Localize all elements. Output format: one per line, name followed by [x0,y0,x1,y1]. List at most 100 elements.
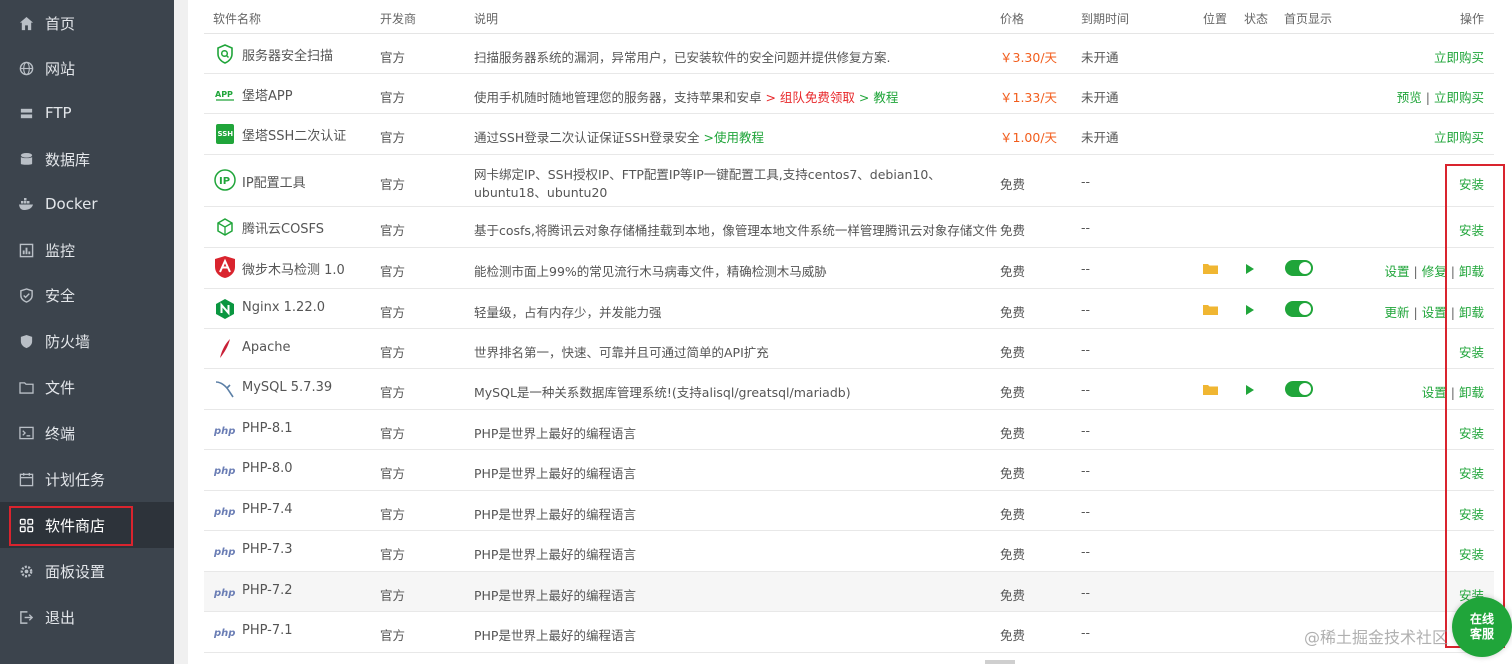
software-price: 免费 [1000,507,1026,522]
sidebar-item-ftp[interactable]: FTP [0,90,174,136]
mysql-dolphin-icon [214,378,236,400]
php-icon: php [214,419,236,441]
row-actions: 安装 [1459,504,1484,523]
software-description: PHP是世界上最好的编程语言 [474,588,636,603]
app-icon: APP [214,83,236,105]
sidebar-item-security[interactable]: 安全 [0,272,174,318]
play-icon[interactable] [1246,264,1254,274]
homepage-display-toggle[interactable] [1285,381,1313,397]
install-link[interactable]: 安装 [1459,345,1484,360]
sidebar-item-home[interactable]: 首页 [0,0,174,46]
software-expiry: -- [1081,174,1091,189]
software-developer: 官方 [380,130,406,145]
uninstall-link[interactable]: 卸载 [1459,264,1484,279]
buy-now-link[interactable]: 立即购买 [1434,130,1484,145]
software-store-panel: 软件名称 开发商 说明 价格 到期时间 位置 状态 首页显示 操作 服务器安全扫… [188,0,1512,664]
homepage-display-toggle[interactable] [1285,260,1313,276]
header-status: 状态 [1244,12,1269,26]
sidebar-item-docker[interactable]: Docker [0,181,174,227]
security-scan-icon [214,43,236,65]
tutorial-link[interactable]: >使用教程 [700,130,764,145]
row-actions: 预览 | 立即购买 [1396,90,1484,105]
play-icon[interactable] [1246,385,1254,395]
install-link[interactable]: 安装 [1459,223,1484,238]
sidebar-item-website[interactable]: 网站 [0,45,174,91]
ip-icon: IP [214,169,236,191]
install-link[interactable]: 安装 [1459,547,1484,562]
header-expiry: 到期时间 [1081,12,1130,26]
table-row: 腾讯云COSFS 官方 基于cosfs,将腾讯云对象存储桶挂载到本地，像管理本地… [204,207,1494,248]
home-icon [18,15,34,31]
sidebar-item-monitor[interactable]: 监控 [0,227,174,273]
software-description-line2: ubuntu18、ubuntu20 [474,185,608,200]
online-service-button[interactable]: 在线 客服 [1452,597,1512,657]
table-row: php PHP-8.1 官方 PHP是世界上最好的编程语言 免费 -- 安装 [204,410,1494,450]
preview-link[interactable]: 预览 [1397,90,1422,105]
software-developer: 官方 [380,507,406,522]
table-row: Apache 官方 世界排名第一，快速、可靠并且可通过简单的API扩充 免费 -… [204,329,1494,369]
sidebar-item-software-store[interactable]: 软件商店 [0,502,174,548]
table-row: php PHP-7.2 官方 PHP是世界上最好的编程语言 免费 -- 安装 [204,572,1494,612]
software-name: PHP-8.1 [242,421,293,436]
open-folder-icon[interactable] [1203,304,1218,315]
software-developer: 官方 [380,305,406,320]
firewall-icon [18,333,34,349]
sidebar-item-label: 面板设置 [45,562,106,581]
tutorial-link[interactable]: > 教程 [855,90,898,105]
software-description: PHP是世界上最好的编程语言 [474,628,636,643]
gear-icon [18,563,34,579]
settings-link[interactable]: 设置 [1385,264,1410,279]
repair-link[interactable]: 修复 [1422,264,1447,279]
logout-icon [18,609,34,625]
software-price: ￥1.00/天 [1000,130,1058,145]
install-link[interactable]: 安装 [1459,466,1484,481]
table-row: 微步木马检测 1.0 官方 能检测市面上99%的常见流行木马病毒文件，精确检测木… [204,248,1494,289]
software-description: PHP是世界上最好的编程语言 [474,466,636,481]
uninstall-link[interactable]: 卸载 [1459,305,1484,320]
sidebar-item-panel-settings[interactable]: 面板设置 [0,548,174,594]
row-actions: 安装 [1459,342,1484,361]
sidebar-item-firewall[interactable]: 防火墙 [0,318,174,364]
homepage-display-toggle[interactable] [1285,301,1313,317]
update-link[interactable]: 更新 [1385,305,1410,320]
software-name: 服务器安全扫描 [242,49,334,64]
settings-link[interactable]: 设置 [1422,305,1447,320]
php-icon: php [214,581,236,603]
globe-icon [18,60,34,76]
header-developer: 开发商 [380,12,417,26]
database-icon [18,151,34,167]
ftp-icon [18,105,34,121]
software-developer: 官方 [380,426,406,441]
sidebar-item-database[interactable]: 数据库 [0,136,174,182]
open-folder-icon[interactable] [1203,384,1218,395]
settings-link[interactable]: 设置 [1422,385,1447,400]
row-actions: 设置 | 修复 | 卸载 [1384,264,1484,279]
uninstall-link[interactable]: 卸载 [1459,385,1484,400]
buy-now-link[interactable]: 立即购买 [1434,90,1484,105]
software-expiry: 未开通 [1081,90,1119,105]
row-actions: 更新 | 设置 | 卸载 [1384,305,1484,320]
table-row: SSH 堡塔SSH二次认证 官方 通过SSH登录二次认证保证SSH登录安全 >使… [204,114,1494,155]
software-price: 免费 [1000,628,1026,643]
horizontal-scrollbar[interactable] [985,660,1015,664]
software-name: MySQL 5.7.39 [242,380,333,395]
svg-text:SSH: SSH [218,130,234,138]
software-name: Apache [242,340,291,355]
sidebar-item-label: 安全 [45,286,76,305]
team-free-link[interactable]: > 组队免费领取 [762,90,854,105]
table-row: Nginx 1.22.0 官方 轻量级，占有内存少，并发能力强 免费 -- 更新… [204,289,1494,329]
software-name: PHP-7.4 [242,502,293,517]
table-row: APP 堡塔APP 官方 使用手机随时随地管理您的服务器，支持苹果和安卓 > 组… [204,74,1494,114]
sidebar-item-logout[interactable]: 退出 [0,594,174,640]
install-link[interactable]: 安装 [1459,177,1484,192]
software-description: PHP是世界上最好的编程语言 [474,426,636,441]
svg-text:php: php [214,507,235,518]
play-icon[interactable] [1246,305,1254,315]
sidebar-item-cron[interactable]: 计划任务 [0,456,174,502]
install-link[interactable]: 安装 [1459,507,1484,522]
buy-now-link[interactable]: 立即购买 [1434,50,1484,65]
sidebar-item-terminal[interactable]: 终端 [0,410,174,456]
sidebar-item-files[interactable]: 文件 [0,364,174,410]
open-folder-icon[interactable] [1203,263,1218,274]
install-link[interactable]: 安装 [1459,426,1484,441]
